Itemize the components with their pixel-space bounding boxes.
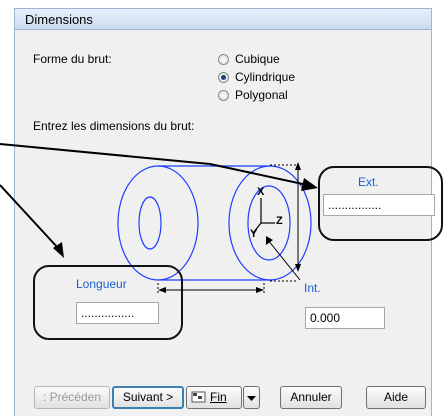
longueur-input[interactable]: ................ (76, 302, 159, 324)
longueur-label: Longueur (76, 277, 127, 291)
callout-lines (0, 143, 313, 249)
finish-button[interactable]: Fin (186, 386, 242, 409)
ext-input[interactable]: ................ (323, 194, 435, 216)
finish-flag-icon (191, 391, 206, 403)
ext-label: Ext. (358, 175, 379, 189)
finish-label: Fin (210, 390, 227, 404)
help-button[interactable]: Aide (366, 386, 426, 409)
axis-z-label: Z (276, 215, 283, 227)
axis-x-label: X (257, 186, 265, 198)
int-pointer-arrow (266, 236, 273, 245)
previous-button[interactable]: : Précéden (34, 386, 110, 409)
cancel-button[interactable]: Annuler (280, 386, 342, 409)
axis-y-label: Y (250, 228, 258, 240)
chevron-down-icon (247, 396, 256, 401)
int-input[interactable]: 0.000 (305, 307, 385, 329)
next-button[interactable]: Suivant > (112, 386, 184, 409)
int-label: Int. (304, 281, 321, 295)
finish-dropdown-button[interactable] (243, 386, 260, 409)
